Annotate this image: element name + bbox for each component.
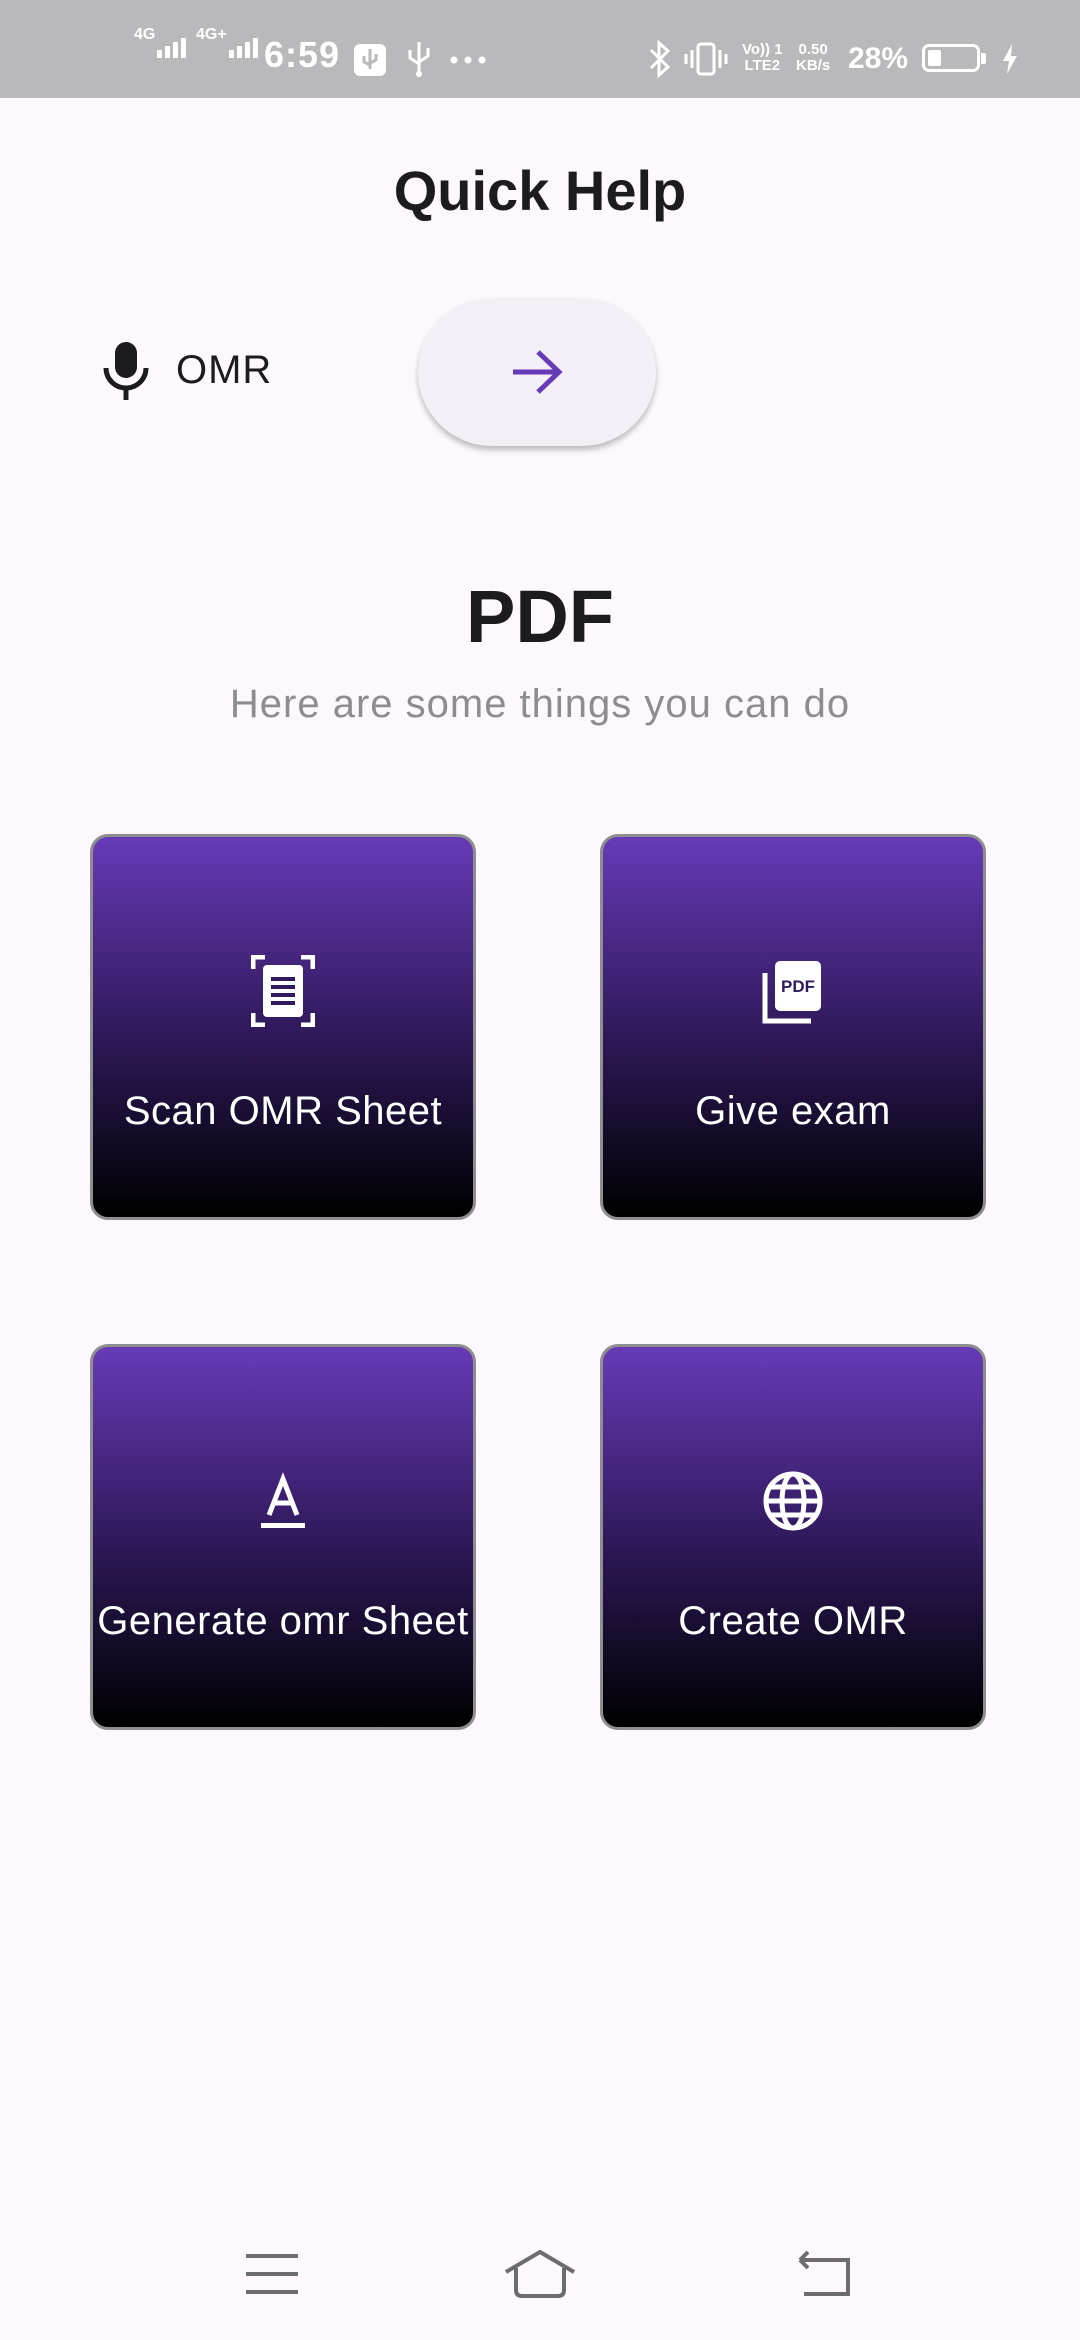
back-icon[interactable] bbox=[784, 2244, 864, 2304]
globe-icon bbox=[763, 1471, 823, 1531]
battery-icon bbox=[922, 44, 986, 72]
section-title: PDF bbox=[466, 575, 614, 658]
mic-icon[interactable] bbox=[100, 340, 152, 402]
submit-query-button[interactable] bbox=[418, 298, 656, 446]
usb-icon bbox=[408, 42, 430, 77]
network-type-2: 4G+ bbox=[196, 26, 227, 43]
network-speed-value: 0.50 bbox=[798, 41, 828, 58]
bluetooth-icon bbox=[649, 40, 671, 78]
menu-icon[interactable] bbox=[232, 2244, 312, 2304]
tile-label: Generate omr Sheet bbox=[97, 1599, 469, 1643]
voice-query-text: OMR bbox=[176, 348, 273, 392]
volte-text: Vo)) 1 bbox=[742, 41, 783, 58]
arrow-right-icon bbox=[513, 350, 563, 394]
network-type-1: 4G bbox=[134, 26, 156, 43]
more-dots-icon bbox=[450, 56, 486, 64]
document-scanner-icon bbox=[251, 955, 315, 1027]
network-speed-unit: KB/s bbox=[796, 57, 831, 74]
scan-omr-sheet-button[interactable]: Scan OMR Sheet bbox=[90, 834, 476, 1220]
pdf-icon: PDF bbox=[762, 961, 821, 1024]
tile-label: Create OMR bbox=[678, 1599, 908, 1643]
status-time: 6:59 bbox=[264, 34, 341, 75]
signal-strength-icon-2: 4G+ bbox=[196, 26, 258, 58]
battery-level bbox=[928, 50, 941, 66]
tile-label: Scan OMR Sheet bbox=[123, 1089, 443, 1133]
page-title: Quick Help bbox=[393, 159, 687, 222]
home-icon[interactable] bbox=[500, 2244, 580, 2304]
text-format-icon bbox=[261, 1472, 305, 1528]
vibrate-icon bbox=[684, 42, 728, 76]
tile-label: Give exam bbox=[695, 1089, 891, 1133]
charging-icon bbox=[1003, 44, 1017, 74]
volte-indicator: Vo)) 1 LTE2 bbox=[742, 42, 783, 74]
system-navigation-bar bbox=[0, 2200, 1080, 2340]
battery-percent: 28% bbox=[848, 42, 909, 75]
create-omr-button[interactable]: Create OMR bbox=[600, 1344, 986, 1730]
svg-text:PDF: PDF bbox=[781, 977, 815, 996]
usb-debug-icon bbox=[354, 44, 386, 76]
section-subtitle: Here are some things you can do bbox=[229, 682, 851, 726]
signal-strength-icon-1: 4G bbox=[134, 26, 187, 58]
generate-omr-sheet-button[interactable]: Generate omr Sheet bbox=[90, 1344, 476, 1730]
lte-text: LTE2 bbox=[744, 57, 781, 74]
network-speed: 0.50 KB/s bbox=[796, 42, 830, 74]
give-exam-button[interactable]: PDF Give exam bbox=[600, 834, 986, 1220]
status-bar: 4G 4G+ 6:59 Vo)) 1 LTE2 0.50 KB/s 28% bbox=[0, 0, 1080, 98]
